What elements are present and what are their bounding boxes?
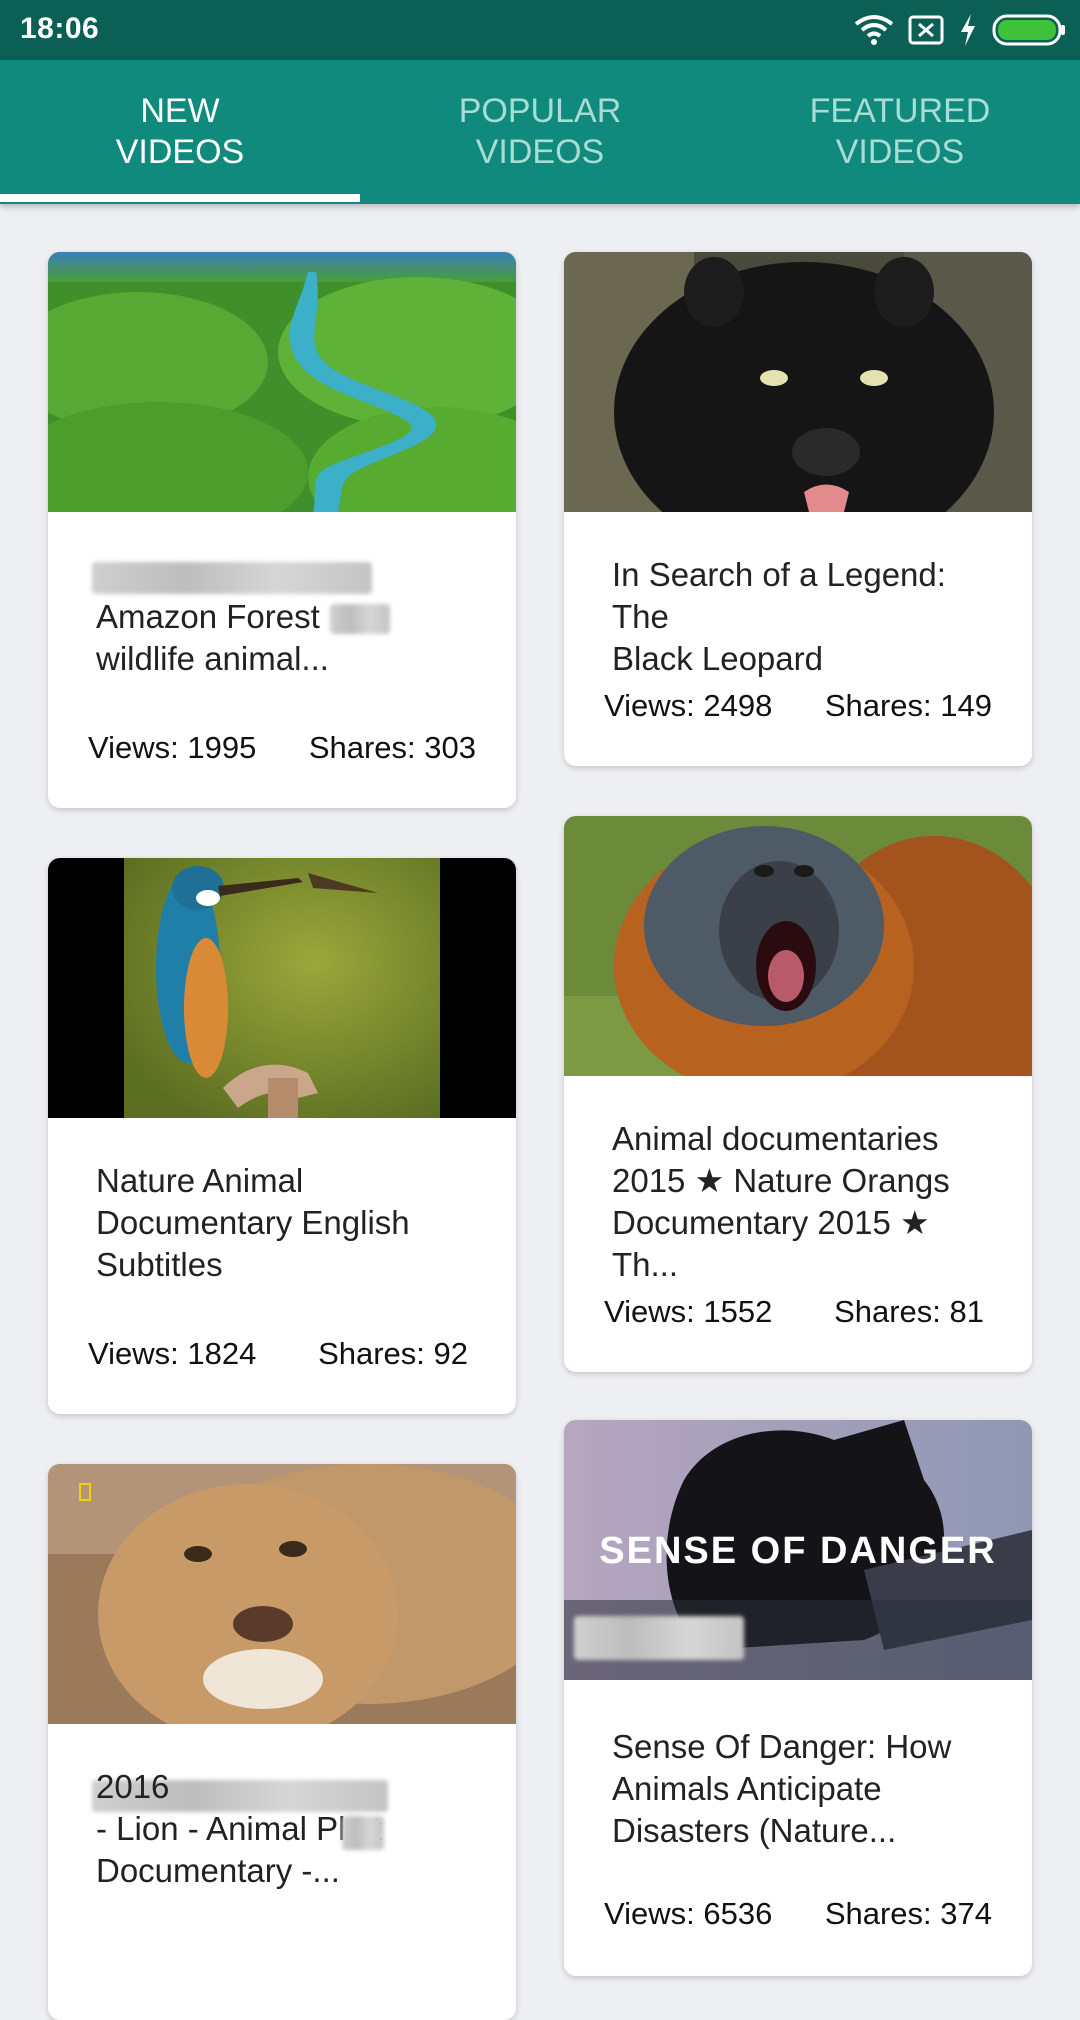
battery-icon <box>992 14 1065 46</box>
status-icons <box>854 12 1066 48</box>
blurred-text <box>342 1816 384 1850</box>
video-card[interactable]: In Search of a Legend: The Black Leopard… <box>564 252 1032 766</box>
shares-count: Shares: 374 <box>824 1896 992 1931</box>
views-count: Views: 1552 <box>604 1294 773 1329</box>
views-count: Views: 1824 <box>88 1336 257 1371</box>
tab-indicator <box>0 194 360 202</box>
views-count: Views: 1995 <box>88 730 257 765</box>
blurred-text <box>574 1616 744 1660</box>
no-sim-icon <box>908 15 944 45</box>
video-title: Amazon Forest wildlife animal... <box>96 598 329 677</box>
video-thumbnail[interactable] <box>564 252 1032 512</box>
tab-featured-videos[interactable]: FEATURED VIDEOS <box>720 60 1080 204</box>
charging-icon <box>961 14 975 46</box>
video-title: Nature Animal Documentary English Subtit… <box>96 1162 410 1283</box>
video-card[interactable]: 2016 - Lion - Animal Pla t Documentary -… <box>48 1464 516 2020</box>
views-count: Views: 6536 <box>604 1896 773 1931</box>
video-card[interactable]: Nature Animal Documentary English Subtit… <box>48 858 516 1414</box>
tab-popular-videos[interactable]: POPULAR VIDEOS <box>360 60 720 204</box>
tab-bar: NEW VIDEOS POPULAR VIDEOS FEATURED VIDEO… <box>0 60 1080 204</box>
tab-new-videos[interactable]: NEW VIDEOS <box>0 60 360 204</box>
views-count: Views: 2498 <box>604 688 773 723</box>
shares-count: Shares: 92 <box>318 1336 468 1371</box>
video-title: In Search of a Legend: The Black Leopard <box>612 556 946 677</box>
shares-count: Shares: 149 <box>824 688 992 723</box>
status-bar: 18:06 <box>0 0 1080 60</box>
shares-count: Shares: 303 <box>308 730 476 765</box>
video-thumbnail[interactable] <box>48 1464 516 1724</box>
video-card[interactable]: Amazon Forest wildlife animal... Views: … <box>48 252 516 808</box>
wifi-icon <box>854 15 894 45</box>
video-card[interactable]: SENSE OF DANGER Sense Of Danger: How Ani… <box>564 1420 1032 1976</box>
thumbnail-overlay-text: SENSE OF DANGER <box>599 1530 997 1572</box>
video-title: Animal documentaries 2015 ★ Nature Orang… <box>612 1120 950 1283</box>
shares-count: Shares: 81 <box>834 1294 984 1329</box>
status-time: 18:06 <box>20 12 100 45</box>
video-title: 2016 - Lion - Animal Pla t Documentary -… <box>96 1768 382 1889</box>
video-card[interactable]: Animal documentaries 2015 ★ Nature Orang… <box>564 816 1032 1372</box>
blurred-text <box>92 562 372 594</box>
video-thumbnail[interactable] <box>48 858 516 1118</box>
video-title: Sense Of Danger: How Animals Anticipate … <box>612 1728 952 1849</box>
video-thumbnail[interactable] <box>48 252 516 512</box>
video-thumbnail[interactable]: SENSE OF DANGER <box>564 1420 1032 1680</box>
video-thumbnail[interactable] <box>564 816 1032 1076</box>
